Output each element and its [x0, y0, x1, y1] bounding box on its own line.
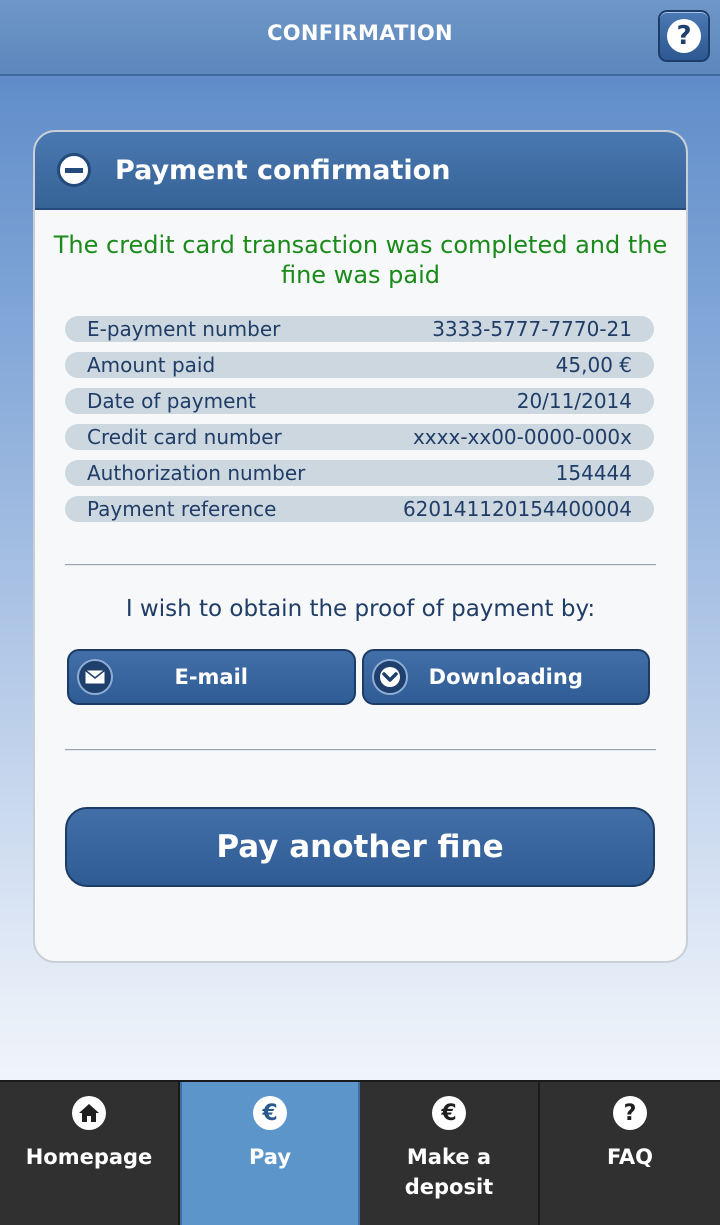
detail-row-amount-paid: Amount paid 45,00 € [65, 352, 654, 378]
bottom-navigation: Homepage € Pay € Make a deposit ? FAQ [0, 1080, 720, 1225]
detail-row-date-of-payment: Date of payment 20/11/2014 [65, 388, 654, 414]
home-icon [72, 1096, 106, 1130]
nav-pay[interactable]: € Pay [180, 1082, 360, 1225]
detail-label: Authorization number [87, 461, 306, 485]
detail-value: 20/11/2014 [516, 389, 632, 413]
help-button[interactable]: ? [658, 10, 710, 62]
help-icon: ? [613, 1096, 647, 1130]
nav-label: Pay [248, 1145, 292, 1169]
detail-label: E-payment number [87, 317, 281, 341]
detail-value: 3333-5777-7770-21 [432, 317, 632, 341]
payment-confirmation-panel: Payment confirmation The credit card tra… [33, 130, 688, 963]
nav-label: Homepage [25, 1145, 153, 1169]
panel-header[interactable]: Payment confirmation [35, 132, 686, 210]
payment-details: E-payment number 3333-5777-7770-21 Amoun… [35, 316, 686, 522]
detail-label: Credit card number [87, 425, 282, 449]
euro-icon: € [253, 1096, 287, 1130]
detail-label: Amount paid [87, 353, 216, 377]
nav-make-a-deposit[interactable]: € Make a deposit [360, 1082, 540, 1225]
detail-row-e-payment-number: E-payment number 3333-5777-7770-21 [65, 316, 654, 342]
proof-options: E-mail Downloading [67, 649, 650, 705]
help-icon: ? [667, 19, 701, 53]
detail-value: 154444 [555, 461, 632, 485]
proof-prompt: I wish to obtain the proof of payment by… [125, 596, 596, 622]
success-message: The credit card transaction was complete… [53, 231, 668, 289]
nav-label: FAQ [606, 1145, 654, 1169]
download-button-label: Downloading [428, 665, 583, 689]
detail-label: Payment reference [87, 497, 277, 521]
panel-title: Payment confirmation [115, 154, 451, 186]
detail-value: xxxx-xx00-0000-000x [412, 425, 632, 449]
nav-label: Make a deposit [404, 1145, 494, 1199]
divider [65, 749, 656, 751]
euro-icon: € [432, 1096, 466, 1130]
detail-value: 620141120154400004 [402, 497, 632, 521]
page-title: CONFIRMATION [267, 21, 453, 45]
nav-faq[interactable]: ? FAQ [540, 1082, 720, 1225]
top-bar: CONFIRMATION ? [0, 0, 720, 76]
collapse-icon[interactable] [57, 153, 91, 187]
email-button-label: E-mail [174, 665, 248, 689]
detail-value: 45,00 € [555, 353, 632, 377]
detail-row-credit-card-number: Credit card number xxxx-xx00-0000-000x [65, 424, 654, 450]
download-button[interactable]: Downloading [361, 649, 650, 705]
divider [65, 564, 656, 566]
email-button[interactable]: E-mail [67, 649, 356, 705]
nav-homepage[interactable]: Homepage [0, 1082, 180, 1225]
pay-another-fine-button[interactable]: Pay another fine [65, 807, 655, 887]
detail-row-authorization-number: Authorization number 154444 [65, 460, 654, 486]
detail-row-payment-reference: Payment reference 620141120154400004 [65, 496, 654, 522]
detail-label: Date of payment [87, 389, 256, 413]
